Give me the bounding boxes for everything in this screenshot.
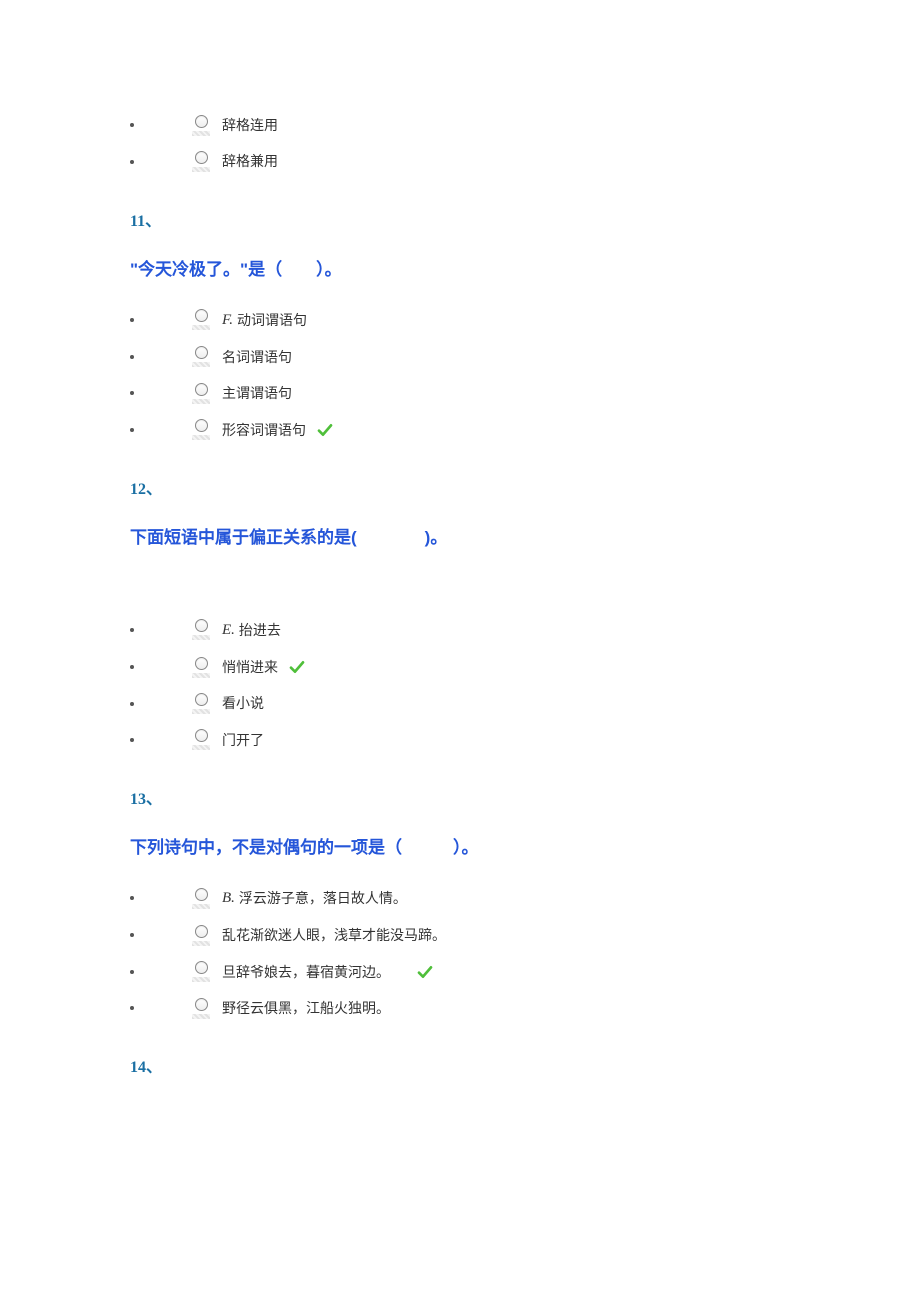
radio-button[interactable] <box>192 657 210 678</box>
check-icon <box>416 964 434 980</box>
option-row: B.浮云游子意，落日故人情。 <box>130 886 790 910</box>
option-row: F.动词谓语句 <box>130 308 790 332</box>
radio-button[interactable] <box>192 309 210 330</box>
radio-button[interactable] <box>192 419 210 440</box>
check-icon <box>288 659 306 675</box>
option-text: 主谓谓语句 <box>222 382 292 404</box>
list-bullet <box>130 702 134 706</box>
option-text: 动词谓语句 <box>237 309 307 331</box>
option-prefix: E. <box>222 618 235 642</box>
list-bullet <box>130 896 134 900</box>
radio-button[interactable] <box>192 693 210 714</box>
check-icon <box>316 422 334 438</box>
list-bullet <box>130 428 134 432</box>
option-text: 形容词谓语句 <box>222 419 306 441</box>
option-text: 看小说 <box>222 692 264 714</box>
option-row: 乱花渐欲迷人眼，浅草才能没马蹄。 <box>130 924 790 946</box>
radio-button[interactable] <box>192 961 210 982</box>
list-bullet <box>130 738 134 742</box>
option-row: 悄悄进来 <box>130 656 790 678</box>
list-bullet <box>130 123 134 127</box>
option-text: 乱花渐欲迷人眼，浅草才能没马蹄。 <box>222 924 446 946</box>
option-row: E.抬进去 <box>130 618 790 642</box>
option-prefix: B. <box>222 886 235 910</box>
list-bullet <box>130 391 134 395</box>
radio-button[interactable] <box>192 383 210 404</box>
option-row: 看小说 <box>130 692 790 714</box>
option-row: 野径云俱黑，江船火独明。 <box>130 997 790 1019</box>
question-number: 13、 <box>130 785 790 809</box>
radio-button[interactable] <box>192 888 210 909</box>
radio-button[interactable] <box>192 151 210 172</box>
option-text: 浮云游子意，落日故人情。 <box>239 887 407 909</box>
radio-button[interactable] <box>192 619 210 640</box>
list-bullet <box>130 628 134 632</box>
option-text: 旦辞爷娘去，暮宿黄河边。 <box>222 961 390 983</box>
spacer <box>130 576 790 604</box>
option-row: 主谓谓语句 <box>130 382 790 404</box>
radio-button[interactable] <box>192 729 210 750</box>
option-text: 名词谓语句 <box>222 346 292 368</box>
option-row: 辞格兼用 <box>130 150 790 172</box>
list-bullet <box>130 1006 134 1010</box>
option-row: 旦辞爷娘去，暮宿黄河边。 <box>130 961 790 983</box>
question-text: "今天冷极了。"是（ ）。 <box>130 255 790 280</box>
option-text: 抬进去 <box>239 619 281 641</box>
list-bullet <box>130 933 134 937</box>
option-text: 辞格连用 <box>222 114 278 136</box>
radio-button[interactable] <box>192 346 210 367</box>
option-row: 辞格连用 <box>130 114 790 136</box>
question-number: 14、 <box>130 1053 790 1077</box>
option-row: 名词谓语句 <box>130 346 790 368</box>
list-bullet <box>130 665 134 669</box>
list-bullet <box>130 318 134 322</box>
option-text: 门开了 <box>222 729 264 751</box>
radio-button[interactable] <box>192 115 210 136</box>
option-text: 野径云俱黑，江船火独明。 <box>222 997 390 1019</box>
question-number: 12、 <box>130 475 790 499</box>
option-text: 辞格兼用 <box>222 150 278 172</box>
option-prefix: F. <box>222 308 233 332</box>
option-row: 形容词谓语句 <box>130 419 790 441</box>
list-bullet <box>130 160 134 164</box>
list-bullet <box>130 355 134 359</box>
radio-button[interactable] <box>192 925 210 946</box>
option-text: 悄悄进来 <box>222 656 278 678</box>
option-row: 门开了 <box>130 729 790 751</box>
radio-button[interactable] <box>192 998 210 1019</box>
list-bullet <box>130 970 134 974</box>
question-number: 11、 <box>130 207 790 231</box>
question-text: 下面短语中属于偏正关系的是( )。 <box>130 523 790 548</box>
question-text: 下列诗句中，不是对偶句的一项是（ ）。 <box>130 833 790 858</box>
